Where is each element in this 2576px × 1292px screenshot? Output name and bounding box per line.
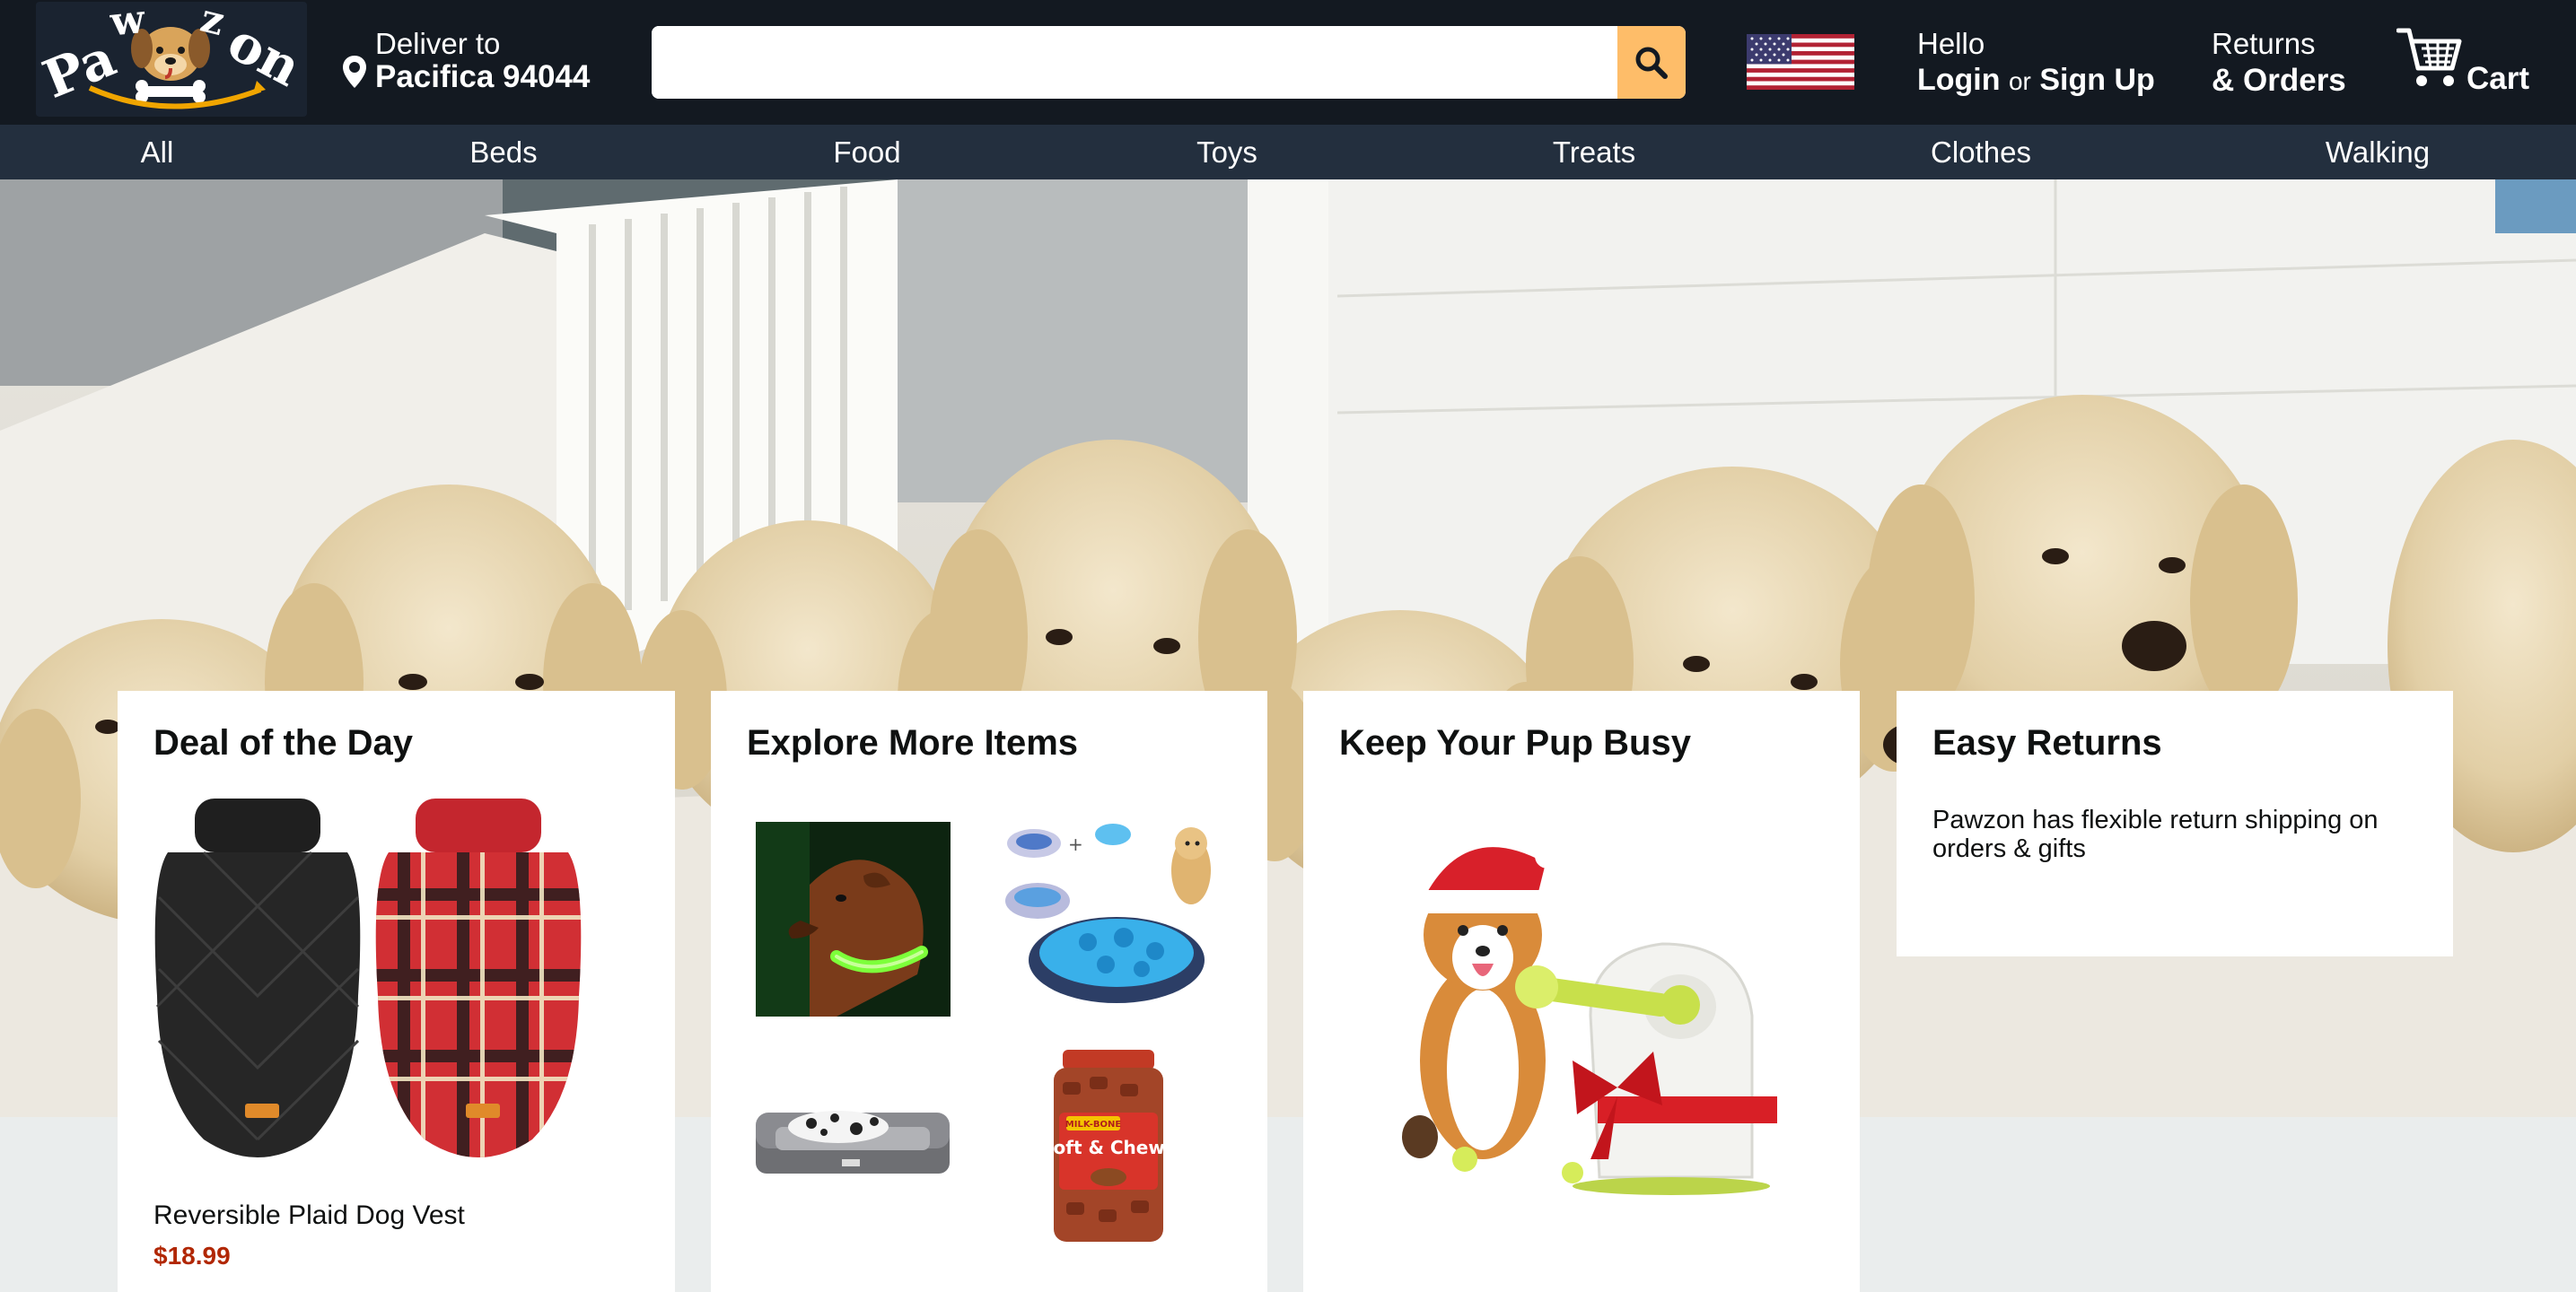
account-greeting: Hello [1917,27,1985,60]
nav-item-clothes[interactable]: Clothes [1931,125,2031,179]
snuffle-mat-icon: + [998,808,1214,1014]
deliver-label: Deliver to [375,27,501,60]
deal-card-title: Deal of the Day [153,723,413,763]
nav-item-beds[interactable]: Beds [469,125,537,179]
returns-card-text: Pawzon has flexible return shipping on o… [1932,806,2379,863]
keep-pup-busy-card[interactable]: Keep Your Pup Busy [1303,691,1860,1292]
search-button[interactable] [1617,26,1686,99]
cart-button[interactable]: Cart [2396,23,2540,96]
pawzon-logo[interactable]: Pa w z on [36,2,307,117]
corgi-ball-launcher-image[interactable] [1393,800,1779,1195]
plaid-vest-image[interactable] [371,799,586,1166]
top-header: Pa w z on Deliver to Pacifica 94044 Hell… [0,0,2576,125]
explore-item-snuffle-mat[interactable]: + [998,808,1214,1014]
search-bar [652,26,1686,99]
explore-card-title: Explore More Items [747,723,1079,763]
explore-item-collar[interactable] [756,822,951,1017]
busy-card-title: Keep Your Pup Busy [1339,723,1691,763]
search-input[interactable] [652,26,1617,99]
login-link[interactable]: Login [1917,63,2001,97]
location-pin-icon [343,56,366,88]
treats-jar-icon: MILK-BONE Soft & Chewy [1048,1050,1169,1245]
black-dog-vest-icon [154,799,361,1157]
orthopedic-dog-bed-icon [749,1091,957,1181]
shopping-cart-icon [2396,28,2462,86]
nav-item-food[interactable]: Food [833,125,900,179]
black-vest-image[interactable] [150,799,365,1166]
deal-of-the-day-card[interactable]: Deal of the Day Reversible Plaid Dog Ves… [118,691,675,1292]
cart-label: Cart [2466,61,2530,96]
svg-text:w: w [108,2,148,46]
nav-item-treats[interactable]: Treats [1553,125,1635,179]
signup-link[interactable]: Sign Up [2039,63,2154,97]
nav-item-all[interactable]: All [141,125,174,179]
light-up-collar-icon [756,822,951,1017]
plaid-dog-vest-icon [375,799,582,1157]
explore-items-card[interactable]: Explore More Items + MILK-BONE oft & Che… [711,691,1267,1292]
treat-name-label: Soft & Chewy [1048,1137,1169,1158]
account-menu: Hello Login or Sign Up [1917,27,2155,98]
or-separator: or [2008,67,2031,95]
returns-orders-link[interactable]: Returns & Orders [2212,27,2346,99]
explore-item-treats[interactable]: MILK-BONE Soft & Chewy [1048,1050,1169,1245]
deliver-location: Pacifica 94044 [375,59,591,94]
svg-text:+: + [1068,834,1083,855]
us-flag-icon[interactable] [1747,34,1854,90]
nav-item-toys[interactable]: Toys [1196,125,1257,179]
nav-item-walking[interactable]: Walking [2326,125,2430,179]
orders-label: & Orders [2212,63,2346,98]
treat-brand-label: MILK-BONE [1065,1120,1122,1130]
magnifier-icon [1635,47,1668,79]
returns-label: Returns [2212,27,2316,60]
explore-item-dog-bed[interactable] [749,1091,957,1181]
returns-card-title: Easy Returns [1932,723,2162,763]
product-name[interactable]: Reversible Plaid Dog Vest [153,1200,465,1231]
easy-returns-card[interactable]: Easy Returns Pawzon has flexible return … [1897,691,2453,956]
product-price: $18.99 [153,1242,231,1270]
category-nav: All Beds Food Toys Treats Clothes Walkin… [0,125,2576,179]
logo-image: Pa w z on [36,2,307,117]
corgi-ball-launcher-icon [1393,800,1779,1195]
